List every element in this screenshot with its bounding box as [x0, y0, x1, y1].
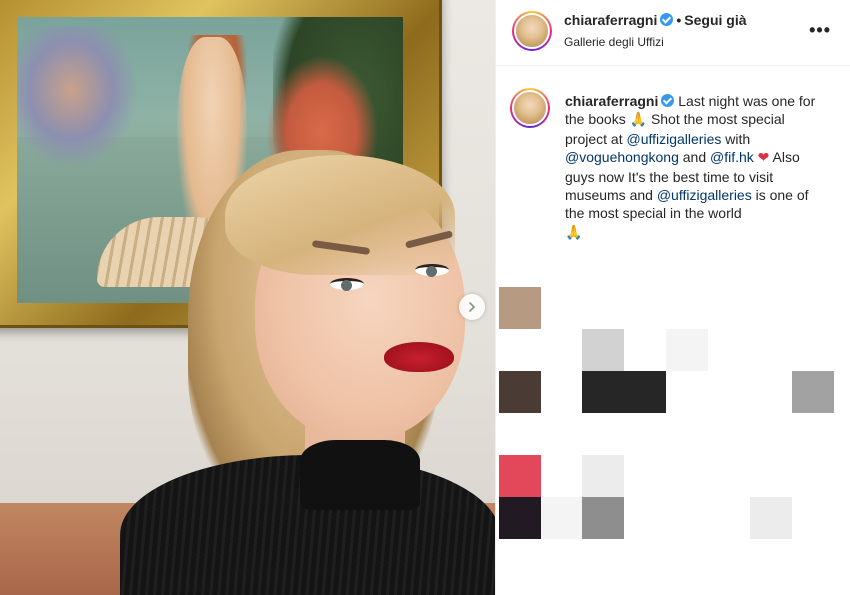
separator-dot: •	[676, 12, 682, 28]
author-avatar[interactable]	[512, 11, 552, 51]
pixelated-block	[541, 497, 582, 539]
pixelated-block	[499, 371, 541, 413]
pixelated-block	[582, 455, 624, 497]
caption-line: and	[682, 149, 707, 166]
praying-hands-icon: 🙏	[629, 112, 648, 129]
next-photo-button[interactable]	[459, 294, 485, 320]
author-username[interactable]: chiaraferragni	[564, 12, 657, 28]
praying-hands-icon: 🙏	[565, 224, 583, 241]
mention-link[interactable]: @voguehongkong	[565, 149, 679, 165]
post-location[interactable]: Gallerie degli Uffizi	[564, 35, 747, 49]
chevron-right-icon	[469, 302, 476, 312]
post-side-panel: chiaraferragni • Segui già Gallerie degli …	[495, 0, 850, 595]
pixelated-block	[792, 371, 834, 413]
more-options-icon[interactable]: •••	[809, 20, 831, 41]
pixelated-block	[499, 455, 541, 497]
right-eye	[415, 264, 449, 277]
verified-badge-icon	[661, 94, 675, 107]
caption-username[interactable]: chiaraferragni	[565, 93, 658, 109]
post-header: chiaraferragni • Segui già Gallerie degli …	[496, 0, 850, 66]
pixelated-block	[666, 329, 708, 371]
caption-text: chiaraferragni Last night was one for th…	[565, 92, 825, 242]
pixelated-block	[582, 329, 624, 371]
pixelated-block	[499, 497, 541, 539]
left-eye	[330, 278, 364, 291]
caption-avatar[interactable]	[510, 88, 550, 128]
post-photo[interactable]	[0, 0, 495, 595]
pixelated-block	[582, 497, 624, 539]
red-lips	[384, 342, 454, 372]
caption-line: with	[725, 130, 751, 147]
following-button[interactable]: Segui già	[684, 12, 746, 28]
header-info: chiaraferragni • Segui già Gallerie degli …	[564, 12, 747, 49]
pixelated-block	[499, 287, 541, 329]
mention-link[interactable]: @uffizigalleries	[657, 187, 752, 203]
mention-link[interactable]: @fif.hk	[710, 149, 754, 165]
pixelated-block	[582, 371, 666, 413]
pixelated-block	[750, 497, 792, 539]
verified-badge-icon	[660, 13, 674, 26]
red-heart-icon: ❤	[757, 150, 770, 167]
mention-link[interactable]: @uffizigalleries	[626, 131, 721, 147]
